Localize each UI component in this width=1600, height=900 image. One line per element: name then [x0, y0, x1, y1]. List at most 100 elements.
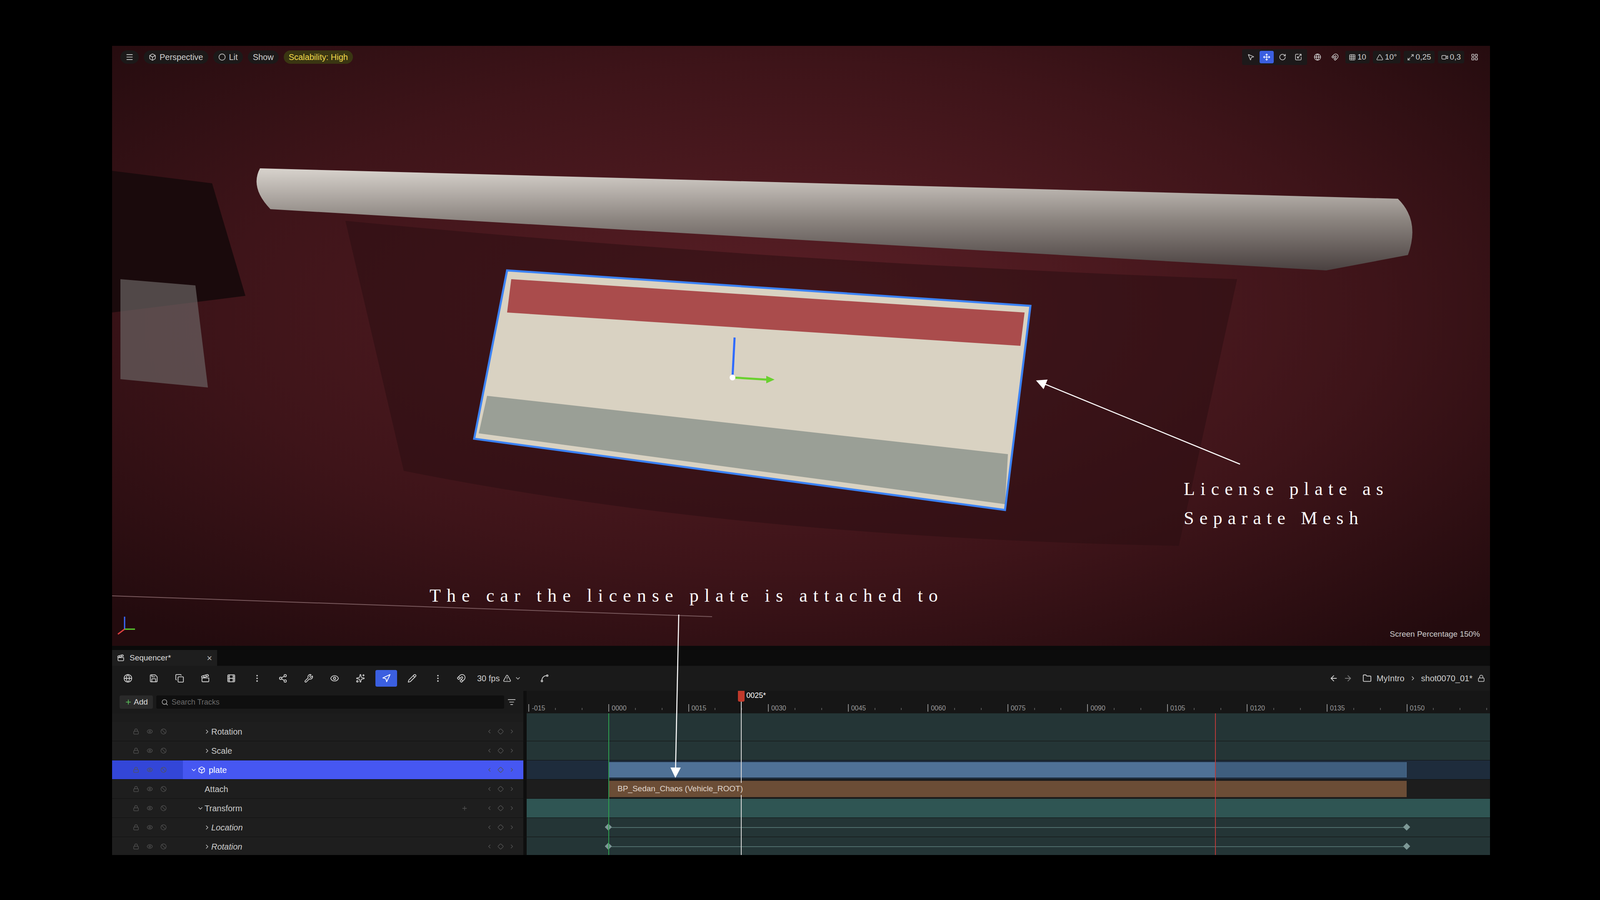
add-key-icon[interactable]	[497, 805, 504, 812]
snap-button[interactable]: 0,3	[1437, 50, 1465, 64]
mute-icon[interactable]	[160, 728, 167, 735]
playhead-handle[interactable]: 0025*	[737, 690, 766, 702]
track-header[interactable]: Scale	[112, 741, 524, 760]
previous-key-icon[interactable]	[486, 747, 493, 754]
previous-key-icon[interactable]	[486, 843, 493, 850]
view-mode-button[interactable]: Perspective	[143, 50, 209, 64]
toolbar-button[interactable]	[117, 670, 139, 687]
add-key-icon[interactable]	[497, 785, 504, 793]
expand-icon[interactable]	[203, 728, 211, 735]
next-key-icon[interactable]	[508, 785, 515, 793]
previous-key-icon[interactable]	[486, 766, 493, 773]
keyframe[interactable]	[1402, 842, 1410, 850]
mute-icon[interactable]	[160, 747, 167, 754]
track-row[interactable]: Location	[112, 817, 1490, 838]
track-header[interactable]: Rotation	[112, 837, 524, 855]
track-row[interactable]: Attach BP_Sedan_Chaos (Vehicle_ROOT)	[112, 779, 1490, 799]
back-icon[interactable]	[1329, 673, 1339, 683]
toolbar-button[interactable]	[375, 670, 398, 687]
mute-icon[interactable]	[160, 843, 167, 850]
track-row[interactable]: Rotation	[112, 837, 1490, 855]
snap-button[interactable]: 10	[1345, 50, 1370, 64]
viewport[interactable]: PerspectiveLitShowScalability: High1010°…	[112, 45, 1490, 646]
transform-tool-button[interactable]	[1243, 50, 1258, 64]
lock-icon[interactable]	[1477, 674, 1485, 683]
visibility-icon[interactable]	[146, 766, 153, 773]
expand-icon[interactable]	[203, 824, 211, 831]
track-header[interactable]: Transform	[112, 798, 524, 818]
next-key-icon[interactable]	[508, 824, 515, 831]
previous-key-icon[interactable]	[486, 785, 493, 793]
transform-tool-button[interactable]	[1291, 50, 1306, 64]
toolbar-button[interactable]	[168, 670, 191, 687]
attach-section[interactable]: BP_Sedan_Chaos (Vehicle_ROOT)	[608, 780, 1407, 798]
world-button[interactable]	[1310, 50, 1325, 65]
add-key-icon[interactable]	[497, 824, 504, 831]
lighting-button[interactable]: Lit	[213, 50, 243, 64]
lock-icon[interactable]	[132, 824, 140, 831]
track-header[interactable]: Rotation	[112, 722, 524, 741]
toolbar-button[interactable]	[323, 670, 346, 687]
breadcrumb[interactable]: MyIntro	[1376, 672, 1405, 685]
lock-icon[interactable]	[132, 785, 140, 793]
add-key-icon[interactable]	[497, 728, 504, 735]
toolbar-button[interactable]	[246, 670, 268, 687]
mute-icon[interactable]	[160, 785, 167, 793]
next-key-icon[interactable]	[508, 747, 515, 754]
time-ruler[interactable]: -015000000150030004500600075009001050120…	[526, 690, 1490, 714]
scalability-button[interactable]: Scalability: High	[283, 50, 353, 64]
track-row[interactable]: Transform	[112, 798, 1490, 818]
transform-gizmo-icon[interactable]	[729, 337, 775, 384]
surface-snap-button[interactable]	[1327, 50, 1343, 65]
expand-icon[interactable]	[203, 843, 211, 850]
visibility-icon[interactable]	[146, 747, 153, 754]
toolbar-button[interactable]	[349, 670, 372, 687]
previous-key-icon[interactable]	[486, 805, 493, 812]
track-header[interactable]: plate	[112, 760, 524, 780]
layout-button[interactable]	[1467, 50, 1482, 65]
add-key-icon[interactable]	[497, 747, 504, 754]
collapse-icon[interactable]	[190, 766, 198, 774]
filter-icon[interactable]	[507, 697, 516, 707]
sequencer-tab[interactable]: Sequencer*×	[112, 650, 218, 666]
next-key-icon[interactable]	[508, 728, 515, 735]
mute-icon[interactable]	[160, 824, 167, 831]
add-track-button[interactable]: Add	[119, 695, 153, 709]
close-tab-button[interactable]: ×	[206, 651, 213, 665]
expand-icon[interactable]	[203, 747, 211, 755]
add-key-icon[interactable]	[497, 766, 504, 773]
transform-tool-button[interactable]	[1275, 50, 1290, 64]
lock-icon[interactable]	[132, 747, 140, 754]
track-row[interactable]: Scale	[112, 741, 1490, 761]
snap-button[interactable]: 0,25	[1403, 50, 1435, 64]
mute-icon[interactable]	[160, 766, 167, 773]
visibility-icon[interactable]	[146, 824, 153, 831]
lock-icon[interactable]	[132, 843, 140, 850]
viewport-scene[interactable]	[112, 45, 1490, 646]
keyframe[interactable]	[605, 842, 613, 850]
snap-button[interactable]	[452, 670, 470, 687]
snap-button[interactable]: 10°	[1372, 50, 1401, 64]
keyframe[interactable]	[1402, 823, 1410, 831]
visibility-icon[interactable]	[146, 843, 153, 850]
track-row[interactable]: Rotation	[112, 722, 1490, 742]
toolbar-button[interactable]	[194, 670, 217, 687]
toolbar-button[interactable]	[142, 670, 165, 687]
previous-key-icon[interactable]	[486, 824, 493, 831]
visibility-icon[interactable]	[146, 728, 153, 735]
visibility-icon[interactable]	[146, 785, 153, 793]
add-icon[interactable]	[461, 805, 468, 812]
lock-icon[interactable]	[132, 805, 140, 812]
add-key-icon[interactable]	[497, 843, 504, 850]
next-key-icon[interactable]	[508, 843, 515, 850]
track-header[interactable]: Attach	[112, 779, 524, 799]
transform-tool-button[interactable]	[1259, 50, 1274, 64]
toolbar-button[interactable]	[272, 670, 294, 687]
forward-icon[interactable]	[1343, 673, 1353, 683]
curve-editor-button[interactable]	[535, 670, 554, 687]
collapse-icon[interactable]	[197, 805, 204, 812]
previous-key-icon[interactable]	[486, 728, 493, 735]
visibility-icon[interactable]	[146, 805, 153, 812]
toolbar-button[interactable]	[297, 670, 320, 687]
mute-icon[interactable]	[160, 805, 167, 812]
